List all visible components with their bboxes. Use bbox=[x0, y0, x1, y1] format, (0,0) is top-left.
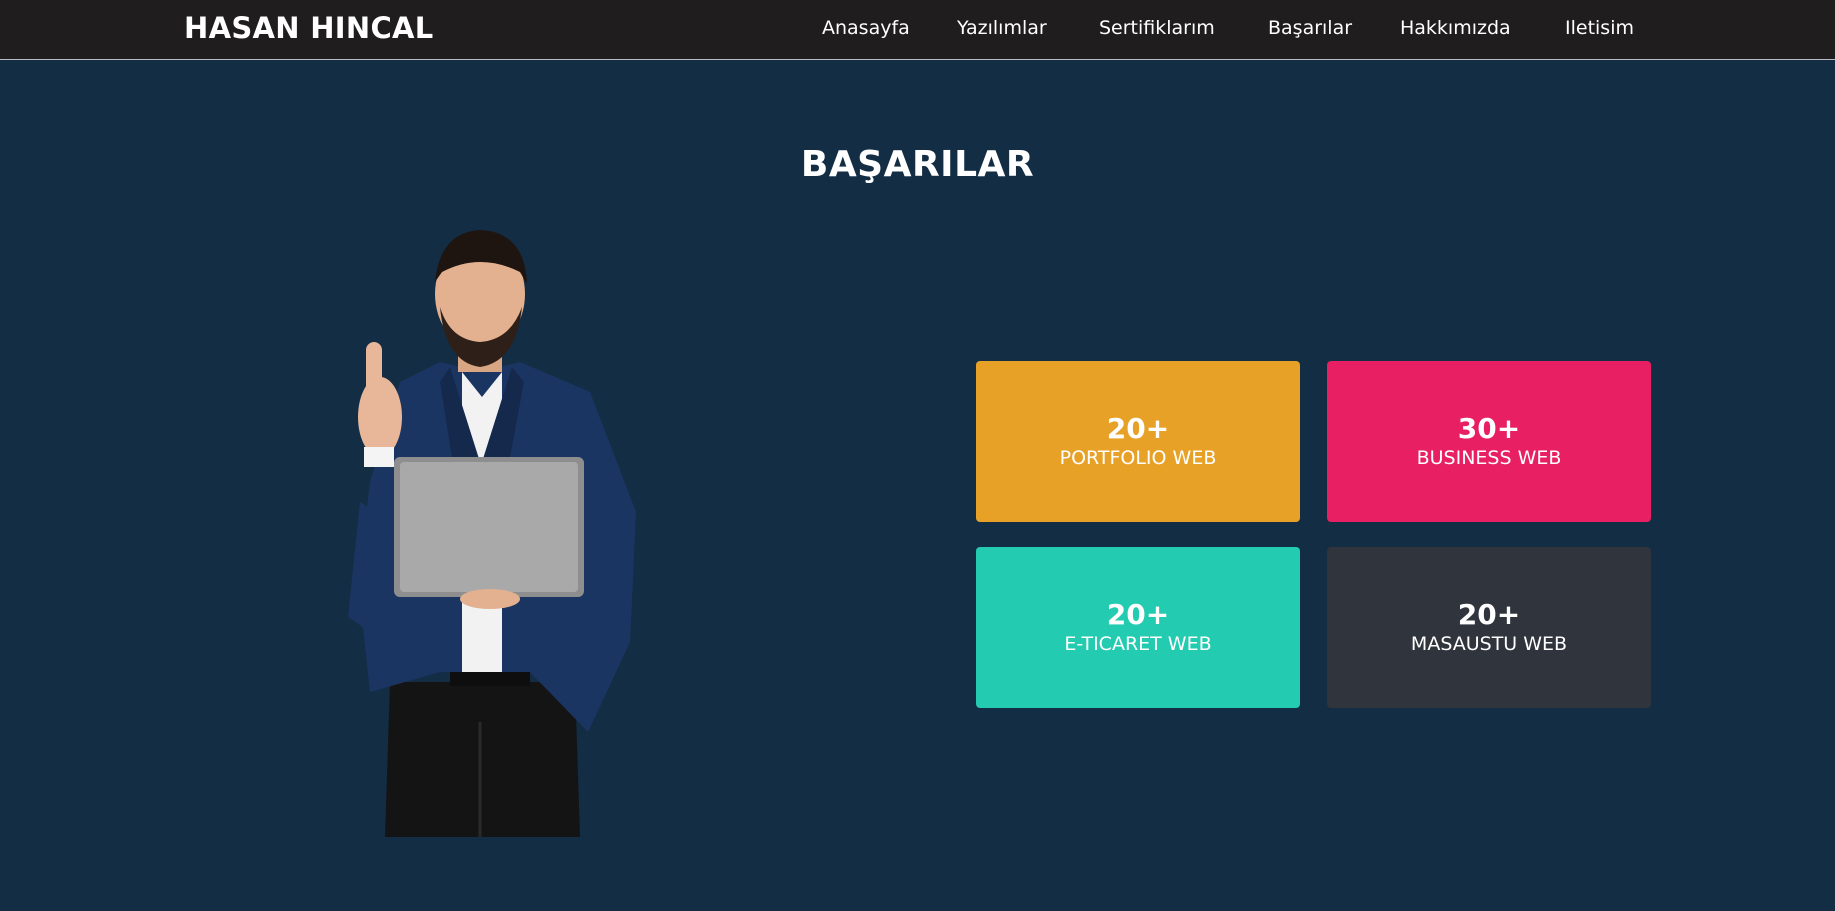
nav-link-hakkimizda[interactable]: Hakkımızda bbox=[1400, 17, 1511, 39]
stat-label: BUSINESS WEB bbox=[1416, 446, 1562, 469]
stat-count: 20+ bbox=[1106, 411, 1170, 445]
section-title: BAŞARILAR bbox=[800, 144, 1035, 185]
stat-card-business[interactable]: 30+ BUSINESS WEB bbox=[1327, 361, 1651, 522]
stat-label: E-TICARET WEB bbox=[1064, 632, 1212, 655]
nav-link-sertifikalarim[interactable]: Sertifiklarım bbox=[1099, 17, 1215, 39]
navbar: HASAN HINCAL Anasayfa Yazılımlar Sertifi… bbox=[0, 0, 1835, 60]
nav-menu: Anasayfa Yazılımlar Sertifiklarım Başarı… bbox=[0, 17, 1835, 43]
man-with-laptop-illustration bbox=[348, 230, 636, 837]
stat-count: 20+ bbox=[1457, 597, 1521, 631]
hero-image bbox=[330, 222, 650, 837]
stat-count: 30+ bbox=[1457, 411, 1521, 445]
stat-card-masaustu[interactable]: 20+ MASAUSTU WEB bbox=[1327, 547, 1651, 708]
stat-card-portfolio[interactable]: 20+ PORTFOLIO WEB bbox=[976, 361, 1300, 522]
stat-count: 20+ bbox=[1106, 597, 1170, 631]
stat-card-eticaret[interactable]: 20+ E-TICARET WEB bbox=[976, 547, 1300, 708]
nav-link-iletisim[interactable]: Iletisim bbox=[1565, 17, 1634, 39]
nav-link-yazilimlar[interactable]: Yazılımlar bbox=[957, 17, 1047, 39]
stat-label: PORTFOLIO WEB bbox=[1059, 446, 1217, 469]
nav-link-basarilar[interactable]: Başarılar bbox=[1268, 17, 1352, 39]
stat-label: MASAUSTU WEB bbox=[1410, 632, 1568, 655]
nav-link-anasayfa[interactable]: Anasayfa bbox=[822, 17, 910, 39]
